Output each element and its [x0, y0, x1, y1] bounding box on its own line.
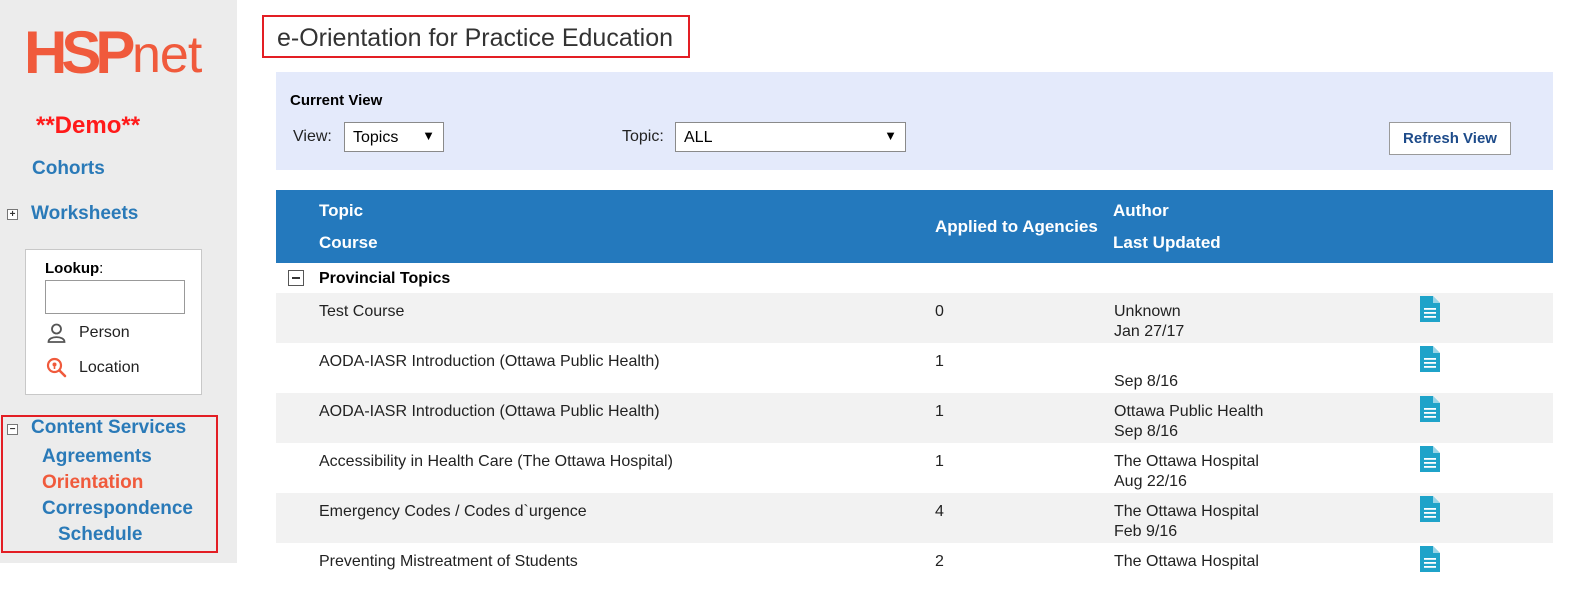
sidebar: HSP net **Demo** Cohorts + Worksheets Lo… [0, 0, 237, 563]
sidebar-item-cohorts[interactable]: Cohorts [32, 158, 105, 180]
course-cell[interactable]: AODA-IASR Introduction (Ottawa Public He… [319, 403, 660, 421]
header-course[interactable]: Course [319, 233, 378, 253]
topic-select[interactable]: ALL ▼ [675, 122, 906, 152]
refresh-view-button[interactable]: Refresh View [1389, 122, 1511, 155]
expand-icon[interactable]: + [7, 209, 18, 220]
sidebar-item-content-services[interactable]: Content Services [31, 417, 186, 439]
chevron-down-icon: ▼ [422, 128, 435, 143]
lookup-person-option[interactable]: Person [46, 322, 130, 343]
header-topic[interactable]: Topic [319, 201, 363, 221]
last-updated-cell: Sep 8/16 [1114, 373, 1179, 390]
document-icon[interactable] [1419, 295, 1441, 323]
document-icon[interactable] [1419, 545, 1441, 573]
collapse-group-icon[interactable] [288, 270, 304, 286]
document-icon[interactable] [1419, 395, 1441, 423]
sidebar-item-orientation[interactable]: Orientation [42, 472, 143, 494]
topic-label: Topic: [622, 128, 664, 145]
course-cell[interactable]: Test Course [319, 303, 404, 321]
agencies-count-cell: 4 [935, 503, 944, 520]
header-author[interactable]: Author [1113, 201, 1169, 221]
group-title: Provincial Topics [319, 270, 451, 287]
table-row[interactable]: Emergency Codes / Codes d`urgence 4 The Ot… [276, 493, 1553, 543]
agencies-count-cell: 2 [935, 553, 944, 570]
header-last-updated[interactable]: Last Updated [1113, 233, 1221, 253]
sidebar-item-correspondence[interactable]: Correspondence [42, 498, 193, 520]
table-row[interactable]: Test Course 0 Unknown Jan 27/17 [276, 293, 1553, 343]
last-updated-cell: Sep 8/16 [1114, 423, 1179, 440]
last-updated-cell: Aug 22/16 [1114, 473, 1187, 490]
author-cell: The Ottawa Hospital [1114, 453, 1259, 470]
person-icon [47, 323, 66, 343]
view-select[interactable]: Topics ▼ [344, 122, 444, 152]
author-cell: The Ottawa Hospital [1114, 553, 1259, 570]
table-row[interactable]: AODA-IASR Introduction (Ottawa Public He… [276, 343, 1553, 393]
location-search-icon [46, 357, 67, 378]
page-title: e-Orientation for Practice Education [277, 24, 674, 52]
course-cell[interactable]: Preventing Mistreatment of Students [319, 553, 578, 571]
agencies-count-cell: 0 [935, 303, 944, 320]
course-cell[interactable]: AODA-IASR Introduction (Ottawa Public He… [319, 353, 660, 371]
lookup-location-option[interactable]: Location [46, 357, 140, 378]
chevron-down-icon: ▼ [884, 128, 897, 143]
author-cell: The Ottawa Hospital [1114, 503, 1259, 520]
current-view-panel: Current View View: Topics ▼ Topic: ALL ▼… [276, 72, 1553, 170]
agencies-count-cell: 1 [935, 453, 944, 470]
logo-text-net: net [132, 26, 202, 84]
table-header: Topic Course Applied to Agencies Author … [276, 190, 1553, 263]
course-cell[interactable]: Accessibility in Health Care (The Ottawa… [319, 453, 673, 471]
hspnet-logo[interactable]: HSP net [24, 19, 214, 86]
last-updated-cell: Jan 27/17 [1114, 323, 1185, 340]
author-cell: Ottawa Public Health [1114, 403, 1264, 420]
lookup-person-label: Person [79, 323, 130, 341]
author-cell: Unknown [1114, 303, 1181, 320]
table-row[interactable]: AODA-IASR Introduction (Ottawa Public He… [276, 393, 1553, 443]
collapse-icon[interactable]: − [7, 424, 18, 435]
document-icon[interactable] [1419, 445, 1441, 473]
table-body: Test Course 0 Unknown Jan 27/17 AODA-IASR In… [276, 293, 1553, 593]
sidebar-item-worksheets[interactable]: Worksheets [31, 203, 138, 225]
view-label: View: [293, 128, 332, 145]
page-title-box: e-Orientation for Practice Education [262, 15, 690, 58]
document-icon[interactable] [1419, 495, 1441, 523]
document-icon[interactable] [1419, 345, 1441, 373]
lookup-label: Lookup: [45, 260, 104, 277]
lookup-location-label: Location [79, 358, 140, 376]
sidebar-item-schedule[interactable]: Schedule [58, 524, 142, 546]
sidebar-item-agreements[interactable]: Agreements [42, 446, 152, 468]
group-row: Provincial Topics [276, 263, 1553, 293]
view-select-value: Topics [353, 129, 399, 146]
current-view-heading: Current View [290, 92, 383, 109]
topic-select-value: ALL [684, 129, 713, 146]
table-row[interactable]: Accessibility in Health Care (The Ottawa… [276, 443, 1553, 493]
demo-label: **Demo** [36, 112, 141, 139]
header-applied-to-agencies[interactable]: Applied to Agencies [935, 217, 1098, 237]
agencies-count-cell: 1 [935, 353, 944, 370]
course-cell[interactable]: Emergency Codes / Codes d`urgence [319, 503, 587, 521]
table-row[interactable]: Preventing Mistreatment of Students 2 The … [276, 543, 1553, 593]
lookup-input[interactable] [45, 280, 185, 314]
last-updated-cell: Feb 9/16 [1114, 523, 1178, 540]
agencies-count-cell: 1 [935, 403, 944, 420]
logo-text-hsp: HSP [24, 19, 135, 86]
lookup-panel: Lookup: Person Location [25, 249, 202, 395]
